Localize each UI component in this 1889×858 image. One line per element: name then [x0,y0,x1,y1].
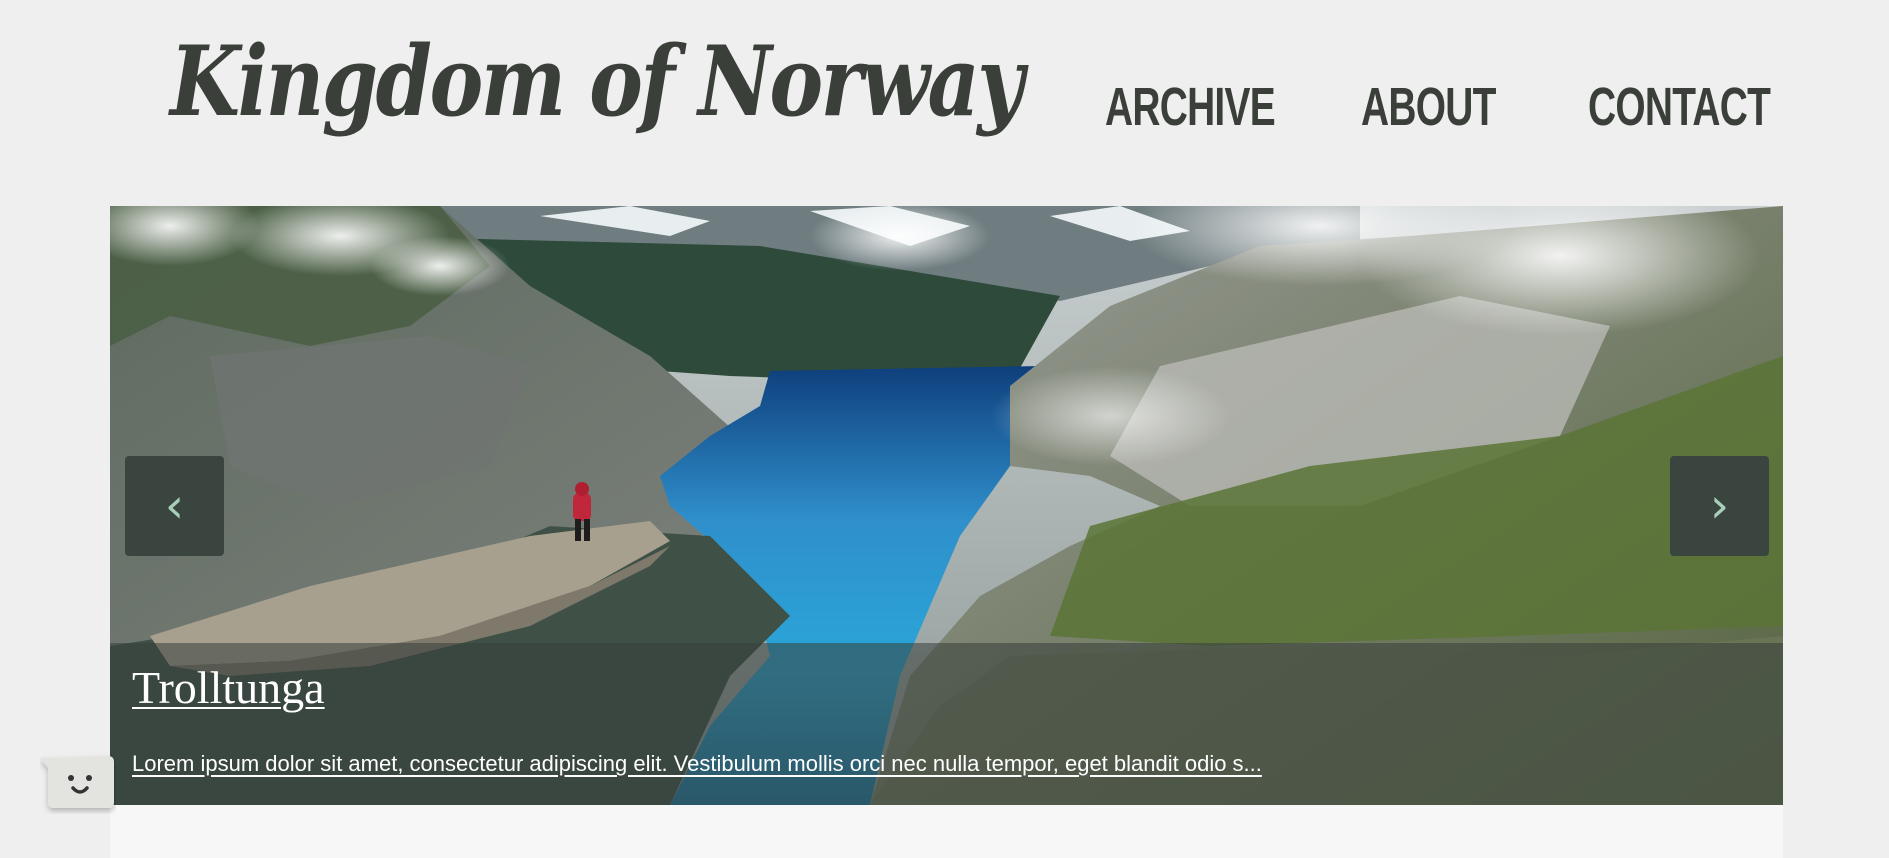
hero-carousel: ‹ › Trolltunga Lorem ipsum dolor sit ame… [110,206,1783,805]
nav-link-contact[interactable]: CONTACT [1588,77,1771,137]
nav-link-archive[interactable]: ARCHIVE [1105,77,1276,137]
main-nav: ARCHIVE ABOUT CONTACT [0,77,1889,158]
slide-title-link[interactable]: Trolltunga [132,661,325,714]
carousel-next-button[interactable]: › [1670,456,1769,556]
content-area [110,805,1783,858]
nav-link-about[interactable]: ABOUT [1361,77,1496,137]
smiley-face-icon [40,756,114,808]
chat-widget-button[interactable] [40,752,116,814]
carousel-prev-button[interactable]: ‹ [125,456,224,556]
slide-caption: Trolltunga Lorem ipsum dolor sit amet, c… [110,643,1783,805]
slide-excerpt-link[interactable]: Lorem ipsum dolor sit amet, consectetur … [132,751,1262,777]
site-header: Kingdom of Norway ARCHIVE ABOUT CONTACT [0,0,1889,206]
page: Kingdom of Norway ARCHIVE ABOUT CONTACT [0,0,1889,858]
